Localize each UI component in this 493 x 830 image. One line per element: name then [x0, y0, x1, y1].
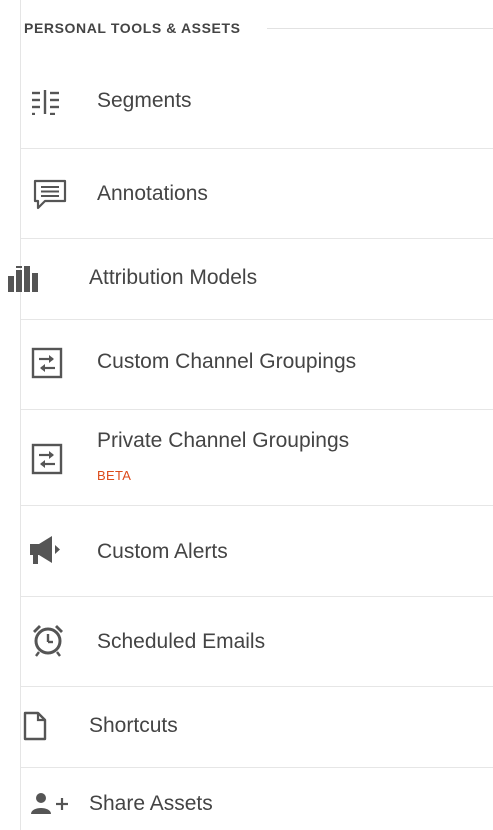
section-divider	[266, 27, 493, 29]
menu-item-label: Annotations	[97, 182, 208, 205]
menu-item-label: Segments	[97, 89, 192, 112]
menu-item-custom-channel-groupings[interactable]: Custom Channel Groupings	[21, 320, 493, 410]
menu-item-share-assets[interactable]: Share Assets	[21, 768, 493, 830]
menu-item-label: Attribution Models	[89, 266, 258, 289]
menu-item-label: Scheduled Emails	[97, 630, 266, 653]
menu-item-scheduled-emails[interactable]: Scheduled Emails	[21, 597, 493, 687]
attribution-models-icon	[8, 266, 38, 292]
menu-item-attribution-models[interactable]: Attribution Models	[8, 239, 493, 320]
add-user-icon	[31, 793, 68, 814]
menu-item-label: Custom Channel Groupings	[97, 350, 357, 373]
annotation-icon	[33, 179, 67, 210]
document-icon	[23, 711, 47, 741]
menu-item-label: Share Assets	[89, 792, 213, 815]
segments-icon	[32, 90, 59, 115]
menu-item-label: Private Channel Groupings	[97, 429, 350, 452]
section-header: PERSONAL TOOLS & ASSETS	[24, 0, 493, 56]
menu-item-segments[interactable]: Segments	[21, 56, 493, 149]
channel-groupings-icon	[31, 443, 63, 475]
menu-item-custom-alerts[interactable]: Custom Alerts	[21, 506, 493, 597]
megaphone-icon	[30, 536, 60, 564]
section-title: PERSONAL TOOLS & ASSETS	[24, 20, 241, 36]
menu-item-shortcuts[interactable]: Shortcuts	[21, 687, 493, 768]
menu-item-annotations[interactable]: Annotations	[21, 149, 493, 239]
personal-tools-panel: PERSONAL TOOLS & ASSETS Segments Annotat…	[0, 0, 493, 830]
menu-item-private-channel-groupings[interactable]: Private Channel Groupings BETA	[21, 410, 493, 506]
channel-groupings-icon	[31, 347, 63, 379]
alarm-clock-icon	[33, 625, 63, 657]
menu-item-label: Custom Alerts	[97, 540, 228, 563]
beta-badge: BETA	[97, 468, 132, 483]
menu-item-label: Shortcuts	[89, 714, 178, 737]
